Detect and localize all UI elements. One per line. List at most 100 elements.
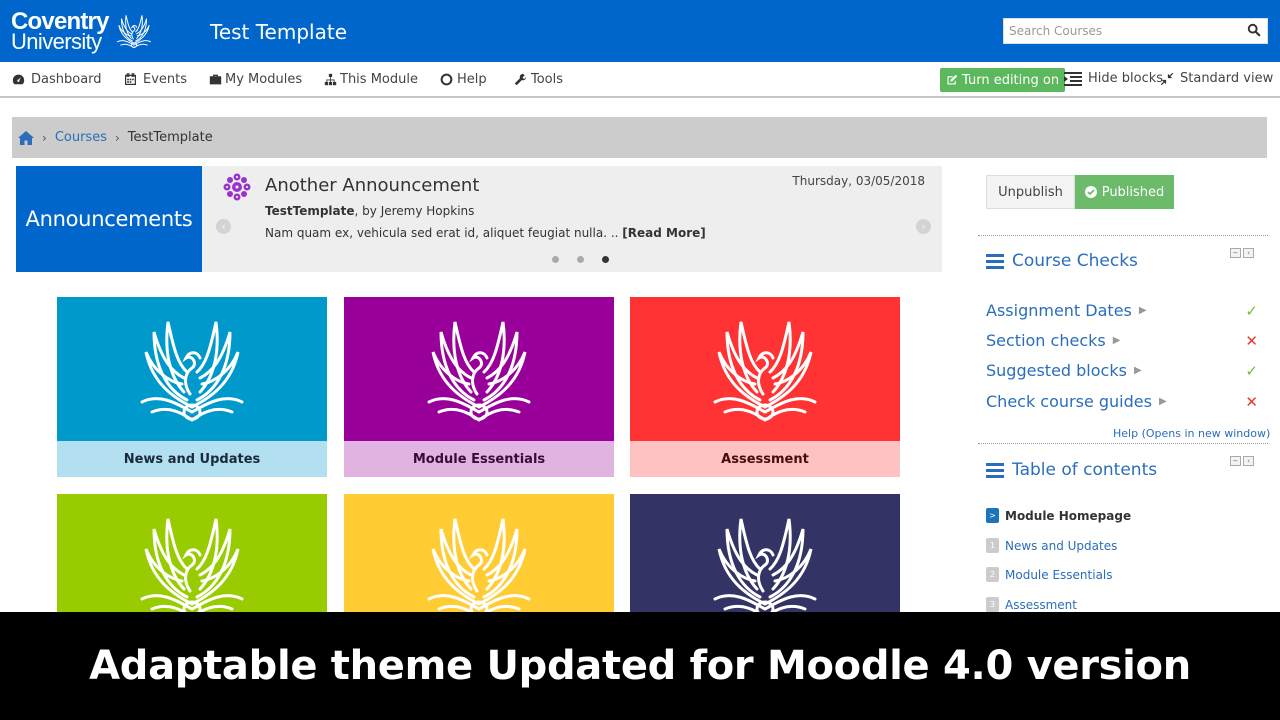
- indent-icon: [1064, 71, 1082, 86]
- toc-link[interactable]: Assessment: [1005, 598, 1077, 612]
- block-controls: − ‹: [1230, 456, 1254, 466]
- announcement-title[interactable]: Another Announcement: [265, 175, 479, 196]
- section-tile[interactable]: Assessment: [630, 297, 900, 477]
- unpublish-button[interactable]: Unpublish: [986, 175, 1075, 209]
- course-check-link[interactable]: Section checks: [986, 331, 1106, 350]
- breadcrumb-courses[interactable]: Courses: [55, 130, 107, 145]
- toc-item[interactable]: 2 Module Essentials: [986, 567, 1113, 582]
- collapse-block-icon[interactable]: −: [1230, 248, 1241, 258]
- nav-dashboard[interactable]: Dashboard: [12, 72, 102, 87]
- search-input[interactable]: [1004, 19, 1234, 43]
- caret-right-icon[interactable]: ▶: [1134, 365, 1142, 376]
- carousel-dot-active[interactable]: [602, 256, 609, 263]
- banner-text: Adaptable theme Updated for Moodle 4.0 v…: [89, 643, 1191, 689]
- briefcase-icon: [209, 74, 222, 85]
- toc-item[interactable]: 3 Assessment: [986, 597, 1077, 612]
- nav-my-modules[interactable]: My Modules: [209, 72, 302, 87]
- carousel-indicators: [552, 256, 609, 263]
- nav-label: Events: [143, 72, 188, 87]
- standard-view-button[interactable]: Standard view: [1160, 71, 1273, 86]
- toc-link[interactable]: Module Homepage: [1005, 509, 1131, 523]
- home-icon[interactable]: [18, 130, 34, 145]
- logo-line2: University: [11, 29, 102, 54]
- caret-right-icon[interactable]: ▶: [1113, 335, 1121, 346]
- carousel-dot[interactable]: [552, 256, 559, 263]
- phoenix-icon: [132, 509, 252, 624]
- course-checks-help-link[interactable]: Help (Opens in new window): [1113, 427, 1270, 440]
- course-check-link[interactable]: Suggested blocks: [986, 361, 1127, 380]
- search-icon[interactable]: [1247, 23, 1261, 37]
- nav-label: Dashboard: [31, 72, 102, 87]
- read-more-link[interactable]: [Read More]: [622, 226, 705, 240]
- nav-label: Tools: [531, 72, 564, 87]
- toc-link[interactable]: Module Essentials: [1005, 568, 1113, 582]
- hide-blocks-button[interactable]: Hide blocks: [1064, 71, 1163, 86]
- toc-item[interactable]: 1 News and Updates: [986, 538, 1117, 553]
- collapse-block-icon[interactable]: −: [1230, 456, 1241, 466]
- divider: [978, 235, 1268, 236]
- toc-item[interactable]: > Module Homepage: [986, 508, 1131, 523]
- nav-label: This Module: [340, 72, 418, 87]
- site-header: Coventry University Test Template: [0, 0, 1280, 62]
- carousel-next-icon[interactable]: ›: [916, 219, 931, 234]
- edit-icon: [947, 74, 958, 85]
- breadcrumb-separator: ›: [114, 130, 120, 145]
- announcement-author: , by Jeremy Hopkins: [354, 204, 475, 218]
- main-navbar: Dashboard Events My Modules This Module …: [0, 62, 1280, 98]
- site-title[interactable]: Test Template: [210, 20, 347, 44]
- tile-image[interactable]: [344, 297, 614, 441]
- nav-help[interactable]: Help: [440, 72, 487, 87]
- caret-right-icon[interactable]: ▶: [1139, 305, 1147, 316]
- check-circle-icon: [1084, 186, 1097, 198]
- course-check-item: Check course guides ▶ ✕: [986, 392, 1260, 411]
- tile-caption[interactable]: Module Essentials: [344, 441, 614, 477]
- turn-editing-on-button[interactable]: Turn editing on: [940, 68, 1066, 92]
- carousel-prev-icon[interactable]: ‹: [216, 219, 231, 234]
- tile-caption[interactable]: News and Updates: [57, 441, 327, 477]
- check-pass-icon: ✓: [1245, 361, 1258, 380]
- announcement-date: Thursday, 03/05/2018: [792, 174, 925, 188]
- nav-tools[interactable]: Tools: [514, 72, 563, 87]
- block-title-text: Course Checks: [1012, 251, 1138, 271]
- breadcrumb: › Courses › TestTemplate: [12, 117, 1267, 158]
- edit-button-label: Turn editing on: [962, 72, 1060, 88]
- announcement-meta: TestTemplate, by Jeremy Hopkins: [265, 204, 474, 218]
- course-check-link[interactable]: Check course guides: [986, 392, 1152, 411]
- caret-right-icon[interactable]: ▶: [1159, 396, 1167, 407]
- section-tile[interactable]: News and Updates: [57, 297, 327, 477]
- dock-block-icon[interactable]: ‹: [1243, 248, 1254, 258]
- nav-events[interactable]: Events: [124, 72, 187, 87]
- course-check-item: Assignment Dates ▶ ✓: [986, 301, 1260, 320]
- course-checks-title: Course Checks: [986, 251, 1138, 271]
- publish-toggle: Unpublish Published: [986, 175, 1174, 209]
- course-check-link[interactable]: Assignment Dates: [986, 301, 1132, 320]
- toc-link[interactable]: News and Updates: [1005, 539, 1117, 553]
- check-pass-icon: ✓: [1245, 301, 1258, 320]
- section-tile[interactable]: Module Essentials: [344, 297, 614, 477]
- nav-this-module[interactable]: This Module: [324, 72, 418, 87]
- compress-icon: [1160, 72, 1174, 85]
- university-logo[interactable]: Coventry University: [11, 10, 109, 53]
- phoenix-icon: [132, 312, 252, 427]
- published-button[interactable]: Published: [1075, 175, 1174, 209]
- dashboard-icon: [12, 74, 25, 85]
- tile-caption[interactable]: Assessment: [630, 441, 900, 477]
- course-check-item: Section checks ▶ ✕: [986, 331, 1260, 350]
- wrench-icon: [514, 73, 527, 86]
- announcement-course[interactable]: TestTemplate: [265, 204, 355, 218]
- phoenix-icon: [419, 312, 539, 427]
- toc-number-badge: 3: [986, 597, 999, 612]
- tile-image[interactable]: [57, 297, 327, 441]
- dock-block-icon[interactable]: ‹: [1243, 456, 1254, 466]
- caption-banner: Adaptable theme Updated for Moodle 4.0 v…: [0, 612, 1280, 720]
- nav-label: Help: [457, 72, 487, 87]
- block-title-text: Table of contents: [1012, 460, 1158, 480]
- carousel-dot[interactable]: [577, 256, 584, 263]
- lifebuoy-icon: [440, 73, 453, 86]
- published-label: Published: [1101, 184, 1165, 200]
- hide-blocks-label: Hide blocks: [1088, 71, 1164, 86]
- tile-image[interactable]: [630, 297, 900, 441]
- calendar-icon: [125, 73, 136, 85]
- toc-number-badge: >: [986, 508, 999, 523]
- forum-avatar-icon: [223, 173, 251, 201]
